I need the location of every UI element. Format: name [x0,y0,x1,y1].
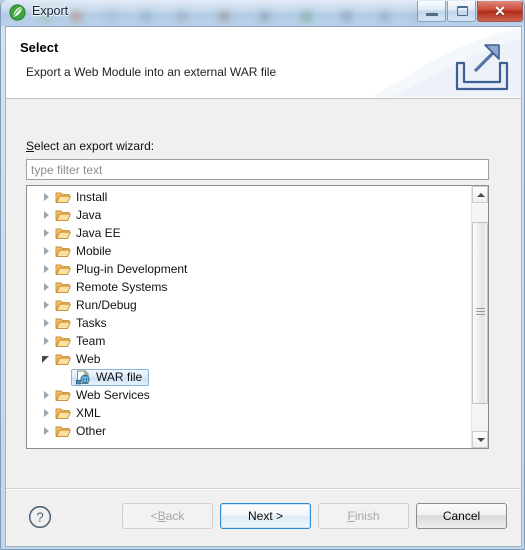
tree-row[interactable]: Other [27,422,471,440]
tree-item-label: XML [76,406,101,420]
close-button[interactable]: ✕ [477,1,523,22]
expand-arrow-icon[interactable] [39,296,55,314]
label-text: elect an export wizard: [34,139,155,153]
filter-input[interactable] [26,159,489,180]
wizard-banner: Select Export a Web Module into an exter… [6,27,521,99]
button-bar-separator [6,488,521,490]
tree-scrollbar[interactable] [471,186,488,448]
eclipse-leaf-icon [9,4,26,21]
tree-item-label: Run/Debug [76,298,137,312]
tree-item-label: Install [76,190,108,204]
expand-arrow-icon[interactable] [39,224,55,242]
label-mnemonic: S [26,139,35,153]
expand-arrow-icon[interactable] [39,386,55,404]
window-title: Export [32,4,69,18]
finish-rest: inish [354,509,380,523]
finish-mnemonic: F [347,509,355,523]
war-file-icon [75,370,91,385]
dialog-buttons: < Back Next > Finish Cancel [122,503,507,529]
tree-row[interactable]: Mobile [27,242,471,260]
tree-item-label: Java [76,208,102,222]
tree-item-label: Web Services [76,388,150,402]
tree-item-label: Java EE [76,226,121,240]
expand-arrow-icon[interactable] [39,278,55,296]
scrollbar-grip-icon [476,308,485,318]
folder-icon [55,334,71,348]
scroll-up-button[interactable] [472,186,488,203]
expand-arrow-icon[interactable] [39,404,55,422]
tree-item-label: Tasks [76,316,107,330]
expand-arrow-icon[interactable] [39,242,55,260]
expand-arrow-icon[interactable] [39,260,55,278]
tree-item-label: Web [76,352,101,366]
folder-icon [55,298,71,312]
back-prefix: < [150,509,158,523]
tree-row-war-file[interactable]: WAR file [27,368,471,386]
folder-icon [55,316,71,330]
title-bar: Export ✕ [1,0,524,26]
folder-icon [55,226,71,240]
page-description: Export a Web Module into an external WAR… [26,65,277,79]
tree-item-label: Other [76,424,107,438]
tree-item-label: Remote Systems [76,280,168,294]
next-button[interactable]: Next > [220,503,311,529]
folder-icon [55,406,71,420]
wizard-tree[interactable]: Install Java Java EE Mobile Plug-in Deve… [26,185,489,449]
back-mnemonic: B [157,509,166,523]
expand-arrow-icon[interactable] [39,188,55,206]
minimize-icon [426,13,438,16]
folder-icon [55,262,71,276]
caption-buttons: ✕ [417,1,523,22]
tree-item-label: WAR file [96,370,143,384]
help-button[interactable]: ? [28,505,52,529]
folder-icon [55,388,71,402]
scrollbar-thumb[interactable] [472,222,488,404]
tree-row[interactable]: Install [27,188,471,206]
tree-row[interactable]: Java [27,206,471,224]
back-rest: ack [165,509,185,523]
tree-list: Install Java Java EE Mobile Plug-in Deve… [27,188,471,440]
tree-row[interactable]: Tasks [27,314,471,332]
tree-row[interactable]: Remote Systems [27,278,471,296]
dialog-body: Select Export a Web Module into an exter… [5,26,522,547]
folder-icon [55,208,71,222]
tree-item-label: Mobile [76,244,112,258]
scroll-down-arrow-icon [477,438,485,442]
wizard-select-label: Select an export wizard: [26,139,154,153]
back-button[interactable]: < Back [122,503,213,529]
expand-arrow-icon[interactable] [39,332,55,350]
tree-row[interactable]: Web Services [27,386,471,404]
restore-button[interactable] [447,1,476,22]
minimize-button[interactable] [417,1,446,22]
collapse-arrow-icon[interactable] [39,350,55,368]
scroll-up-arrow-icon [477,193,485,197]
close-icon: ✕ [494,2,506,19]
folder-icon [55,244,71,258]
selected-item[interactable]: WAR file [71,368,150,386]
dialog-content: Select an export wizard: Install [6,99,521,546]
expand-arrow-icon[interactable] [39,422,55,440]
page-title: Select [20,40,59,55]
tree-item-label: Plug-in Development [76,262,188,276]
expand-arrow-icon[interactable] [39,314,55,332]
folder-icon [55,424,71,438]
svg-text:?: ? [36,510,44,525]
folder-open-icon [55,352,71,366]
restore-icon [457,6,468,16]
tree-row[interactable]: Run/Debug [27,296,471,314]
tree-item-label: Team [76,334,106,348]
folder-icon [55,280,71,294]
finish-button[interactable]: Finish [318,503,409,529]
scroll-down-button[interactable] [472,431,488,448]
tree-row[interactable]: Java EE [27,224,471,242]
folder-icon [55,190,71,204]
tree-row[interactable]: Team [27,332,471,350]
export-arrow-icon [453,41,511,93]
tree-row[interactable]: Plug-in Development [27,260,471,278]
expand-arrow-icon[interactable] [39,206,55,224]
tree-row-web[interactable]: Web [27,350,471,368]
export-dialog-window: Export ✕ Select Export a Web Module into… [0,0,525,550]
tree-row[interactable]: XML [27,404,471,422]
cancel-button[interactable]: Cancel [416,503,507,529]
